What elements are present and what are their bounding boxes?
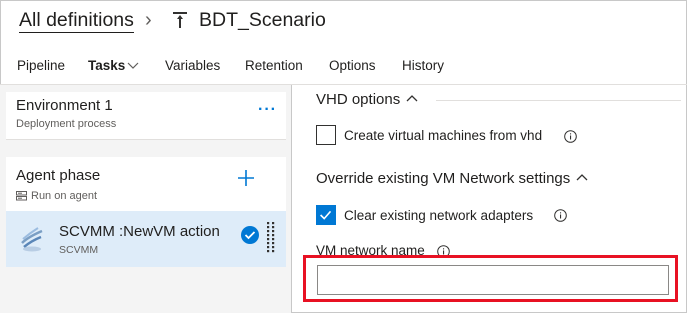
- info-icon[interactable]: [564, 130, 577, 143]
- clear-network-adapters-checkbox[interactable]: [316, 205, 336, 225]
- scvmm-icon: [21, 227, 43, 252]
- definition-title: BDT_Scenario: [199, 9, 326, 31]
- vm-network-name-label: VM network name: [316, 243, 425, 258]
- tab-retention[interactable]: Retention: [245, 56, 303, 76]
- chevron-up-icon: [406, 95, 418, 102]
- process-pane: Environment 1 Deployment process ··· Age…: [0, 85, 291, 313]
- create-vm-from-vhd-label: Create virtual machines from vhd: [344, 128, 543, 143]
- tab-bar: Pipeline Tasks Variables Retention Optio…: [0, 56, 687, 82]
- agent-phase-card[interactable]: Agent phase Run on agent: [6, 157, 286, 211]
- phase-title: Agent phase: [16, 167, 101, 184]
- check-circle-icon: [241, 226, 259, 244]
- tab-history[interactable]: History: [402, 56, 444, 76]
- tab-variables[interactable]: Variables: [165, 56, 220, 76]
- rocket-pipeline-icon: [173, 12, 187, 28]
- vhd-options-section[interactable]: VHD options: [316, 91, 418, 108]
- task-scvmm-newvm[interactable]: SCVMM :NewVM action SCVMM: [6, 211, 286, 267]
- task-title: SCVMM :NewVM action: [59, 223, 220, 240]
- chevron-down-icon[interactable]: [127, 59, 139, 71]
- override-network-section[interactable]: Override existing VM Network settings: [316, 170, 588, 187]
- info-icon[interactable]: [437, 245, 450, 258]
- info-icon[interactable]: [554, 209, 567, 222]
- plus-icon[interactable]: [236, 168, 256, 188]
- section-rule: [436, 100, 681, 101]
- drag-handle-icon[interactable]: [266, 221, 276, 255]
- tab-pipeline[interactable]: Pipeline: [17, 56, 65, 76]
- chevron-up-icon: [576, 174, 588, 181]
- task-subtitle: SCVMM: [59, 244, 99, 256]
- override-network-title: Override existing VM Network settings: [316, 170, 571, 187]
- clear-network-adapters-label: Clear existing network adapters: [344, 208, 534, 223]
- vm-network-name-input[interactable]: [317, 265, 669, 295]
- checkmark-icon: [320, 210, 332, 220]
- breadcrumb-all-definitions[interactable]: All definitions: [19, 9, 134, 33]
- agent-icon: [16, 191, 27, 201]
- create-vm-from-vhd-checkbox[interactable]: [316, 125, 336, 145]
- environment-subtitle: Deployment process: [16, 118, 117, 130]
- page-header: All definitions › BDT_Scenario: [0, 0, 687, 42]
- environment-title: Environment 1: [16, 97, 113, 114]
- vhd-options-title: VHD options: [316, 91, 401, 108]
- more-options-icon[interactable]: ···: [258, 101, 277, 119]
- tab-options[interactable]: Options: [329, 56, 376, 76]
- breadcrumb-separator: ›: [145, 9, 152, 31]
- environment-card[interactable]: Environment 1 Deployment process ···: [6, 92, 286, 140]
- task-settings-pane: VHD options Create virtual machines from…: [292, 85, 686, 312]
- tab-tasks[interactable]: Tasks: [88, 56, 125, 76]
- phase-subtitle: Run on agent: [31, 190, 98, 202]
